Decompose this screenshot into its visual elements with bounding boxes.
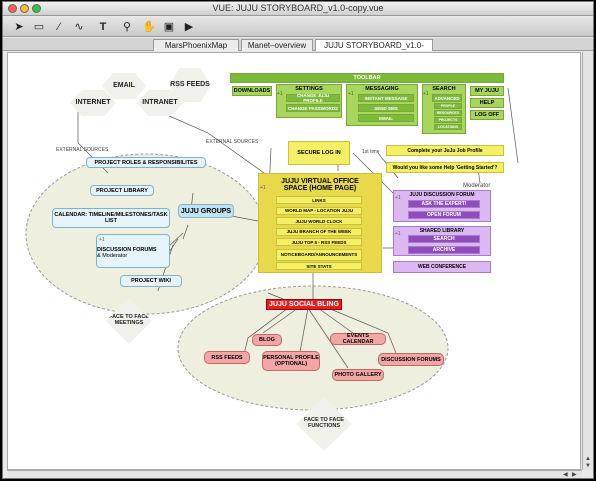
change-passwords-node[interactable]: CHANGE PASSWORDS	[286, 104, 340, 112]
home-plus: +1	[260, 185, 266, 191]
send-sms-node[interactable]: SEND SMS	[358, 104, 414, 112]
settings-plus: +1	[277, 91, 283, 97]
discussion-forums-group-node[interactable]: DISCUSSION FORUMS & Moderator	[96, 234, 170, 268]
scroll-down-icon[interactable]: ▼	[585, 463, 591, 469]
moderator-label: Moderator	[463, 183, 491, 189]
window-title: VUE: JUJU STORYBOARD_v1.0-copy.vue	[212, 3, 384, 13]
my-juju-node[interactable]: MY JUJU	[470, 86, 504, 96]
events-calendar-node[interactable]: EVENTS CALENDAR	[330, 333, 386, 345]
home-item[interactable]: WORLD MAP - LOCATION JUJU	[276, 206, 362, 215]
archive-node[interactable]: ARCHIVE	[408, 246, 480, 254]
photo-gallery-node[interactable]: PHOTO GALLERY	[332, 369, 384, 381]
library-plus: +1	[395, 231, 401, 237]
blog-node[interactable]: BLOG	[252, 334, 282, 346]
hand-tool-icon[interactable]: ✋	[141, 19, 157, 35]
tab-manet-overview[interactable]: Manet–overview (90%)	[241, 39, 313, 62]
horizontal-scrollbar[interactable]: ◀ ▶	[7, 470, 582, 478]
advanced-search-node[interactable]: ADVANCED	[432, 94, 462, 102]
presentation-tool-icon[interactable]: ▣	[161, 19, 177, 35]
scroll-right-icon[interactable]: ▶	[572, 471, 577, 478]
instant-message-node[interactable]: INSTANT MESSAGE	[358, 94, 414, 102]
home-item[interactable]: SITE STATS	[276, 262, 362, 270]
home-item[interactable]: JUJU TOP 5 - RSS FEEDS	[276, 238, 362, 246]
moderator-sub-label: & Moderator	[97, 253, 128, 259]
home-item[interactable]: JUJU BRANCH OF THE WEEK	[276, 227, 362, 236]
pointer-tool-icon[interactable]: ➤	[11, 19, 27, 35]
scroll-left-icon[interactable]: ◀	[563, 471, 568, 478]
people-search-node[interactable]: PEOPLE	[434, 103, 462, 109]
complete-profile-node[interactable]: Complete your JuJu Job Profile	[386, 145, 504, 156]
project-wiki-node[interactable]: PROJECT WIKI	[120, 275, 182, 287]
home-item[interactable]: LINKS	[276, 196, 362, 204]
first-time-label: 1st time	[362, 149, 380, 155]
map-canvas[interactable]: EMAIL RSS FEEDS INTERNET INTRANET EXTERN…	[7, 52, 581, 470]
toolbar-header[interactable]: TOOLBAR	[230, 73, 504, 83]
settings-label: SETTINGS	[295, 86, 323, 92]
messaging-label: MESSAGING	[365, 86, 399, 92]
vertical-scrollbar[interactable]: ▲ ▼	[582, 52, 593, 470]
messaging-plus: +1	[348, 91, 354, 97]
scroll-up-icon[interactable]: ▲	[585, 456, 591, 462]
juju-groups-node[interactable]: JUJU GROUPS	[178, 204, 234, 218]
locations-search-node[interactable]: LOCATIONS	[434, 124, 462, 130]
change-profile-node[interactable]: CHANGE JUJU PROFILE	[286, 93, 340, 103]
play-tool-icon[interactable]: ▶	[181, 19, 197, 35]
tab-juju-storyboard[interactable]: JUJU STORYBOARD_v1.0-copy (84%)	[315, 39, 433, 62]
email-toolbar-node[interactable]: EMAIL	[358, 114, 414, 122]
app-window: VUE: JUJU STORYBOARD_v1.0-copy.vue ➤ ▭ ⁄…	[2, 1, 594, 479]
tool-palette: ➤ ▭ ⁄ ∿ T ⚲ ✋ ▣ ▶	[3, 17, 593, 37]
help-getting-started-node[interactable]: Would you like some Help 'Getting Starte…	[386, 162, 504, 173]
text-tool-icon[interactable]: T	[95, 19, 111, 35]
roles-node[interactable]: PROJECT ROLES & RESPONSIBILITES	[86, 157, 206, 168]
secure-log-in-node[interactable]: SECURE LOG IN	[288, 141, 350, 165]
discussion-plus: +1	[395, 195, 401, 201]
social-rss-node[interactable]: RSS FEEDS	[204, 351, 250, 364]
social-bling-node[interactable]: JUJU SOCIAL BLING	[266, 299, 342, 310]
home-item[interactable]: JUJU WORLD CLOCK	[276, 217, 362, 225]
groups-plus: +1	[99, 237, 105, 243]
web-conference-node[interactable]: WEB CONFERENCE	[393, 261, 491, 273]
help-node[interactable]: HELP	[470, 98, 504, 108]
title-bar: VUE: JUJU STORYBOARD_v1.0-copy.vue	[3, 2, 593, 16]
shared-library-label: SHARED LIBRARY	[419, 228, 465, 234]
node-tool-icon[interactable]: ▭	[31, 19, 47, 35]
downloads-node[interactable]: DOWNLOADS	[232, 86, 272, 96]
search-toolbar-label: SEARCH	[432, 86, 456, 92]
tab-mars-phoenix[interactable]: MarsPhoenixMap (60%)	[153, 39, 239, 62]
external-sources-right-label: EXTERNAL SOURCES	[206, 139, 259, 145]
library-search-node[interactable]: SEARCH	[408, 235, 480, 243]
home-item[interactable]: NOTICEBOARD/ANNOUNCEMENTS	[276, 248, 362, 261]
projects-search-node[interactable]: PROJECTS	[434, 117, 462, 123]
discussion-forum-label: JUJU DISCUSSION FORUM	[409, 192, 475, 198]
zoom-tool-icon[interactable]: ⚲	[119, 19, 135, 35]
search-plus: +1	[423, 91, 429, 97]
personal-profile-node[interactable]: PERSONAL PROFILE (OPTIONAL)	[262, 351, 320, 371]
social-discussion-node[interactable]: DISCUSSION FORUMS	[378, 353, 444, 366]
link-tool-icon[interactable]: ⁄	[51, 19, 67, 35]
curve-link-tool-icon[interactable]: ∿	[71, 19, 87, 35]
resources-search-node[interactable]: RESOURCES	[434, 110, 462, 116]
open-forum-node[interactable]: OPEN FORUM	[408, 211, 480, 219]
ask-expert-node[interactable]: ASK THE EXPERT!	[408, 200, 480, 208]
project-library-node[interactable]: PROJECT LIBRARY	[90, 185, 154, 196]
log-off-node[interactable]: LOG OFF	[470, 110, 504, 120]
home-page-title: JUJU VIRTUAL OFFICE SPACE (HOME PAGE)	[281, 178, 359, 192]
map-tabs: MarsPhoenixMap (60%) Manet–overview (90%…	[3, 38, 593, 62]
calendar-node[interactable]: CALENDAR: TIMELINE/MILESTONES/TASK LIST	[52, 208, 170, 228]
external-sources-left-label: EXTERNAL SOURCES	[56, 147, 109, 153]
